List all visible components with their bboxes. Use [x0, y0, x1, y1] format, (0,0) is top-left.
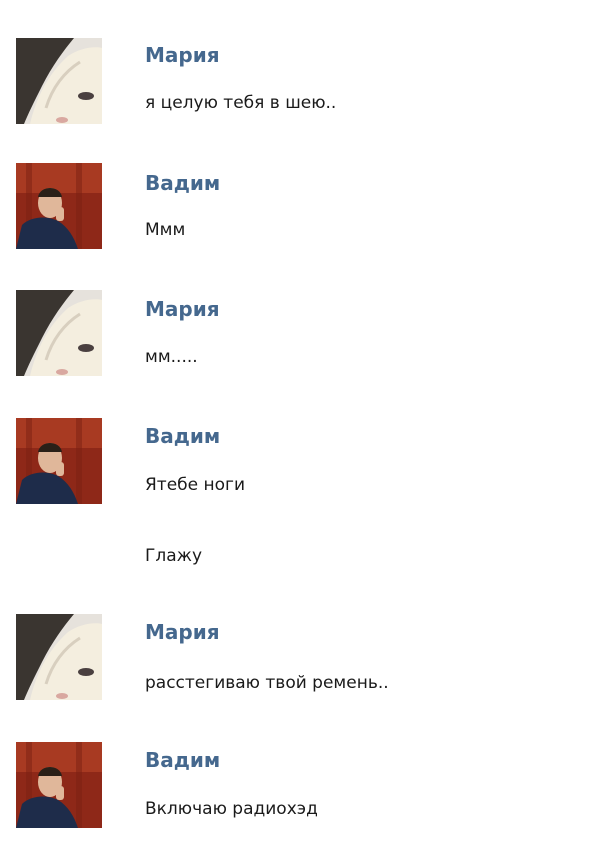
message-text: мм.....: [145, 347, 198, 367]
maria-avatar[interactable]: [16, 614, 102, 700]
author-name[interactable]: Вадим: [145, 171, 220, 195]
message-text: Глажу: [145, 546, 203, 566]
author-name[interactable]: Вадим: [145, 748, 220, 772]
author-name[interactable]: Мария: [145, 43, 220, 67]
message-text: Включаю радиохэд: [145, 799, 318, 819]
maria-avatar[interactable]: [16, 290, 102, 376]
message-text: расстегиваю твой ремень..: [145, 673, 389, 693]
vadim-avatar[interactable]: [16, 418, 102, 504]
vadim-avatar[interactable]: [16, 742, 102, 828]
author-name[interactable]: Мария: [145, 297, 220, 321]
author-name[interactable]: Вадим: [145, 424, 220, 448]
vadim-avatar[interactable]: [16, 163, 102, 249]
message-text: я целую тебя в шею..: [145, 93, 337, 113]
message-text: Ммм: [145, 220, 186, 240]
maria-avatar[interactable]: [16, 38, 102, 124]
author-name[interactable]: Мария: [145, 620, 220, 644]
message-text: Ятебе ноги: [145, 475, 246, 495]
